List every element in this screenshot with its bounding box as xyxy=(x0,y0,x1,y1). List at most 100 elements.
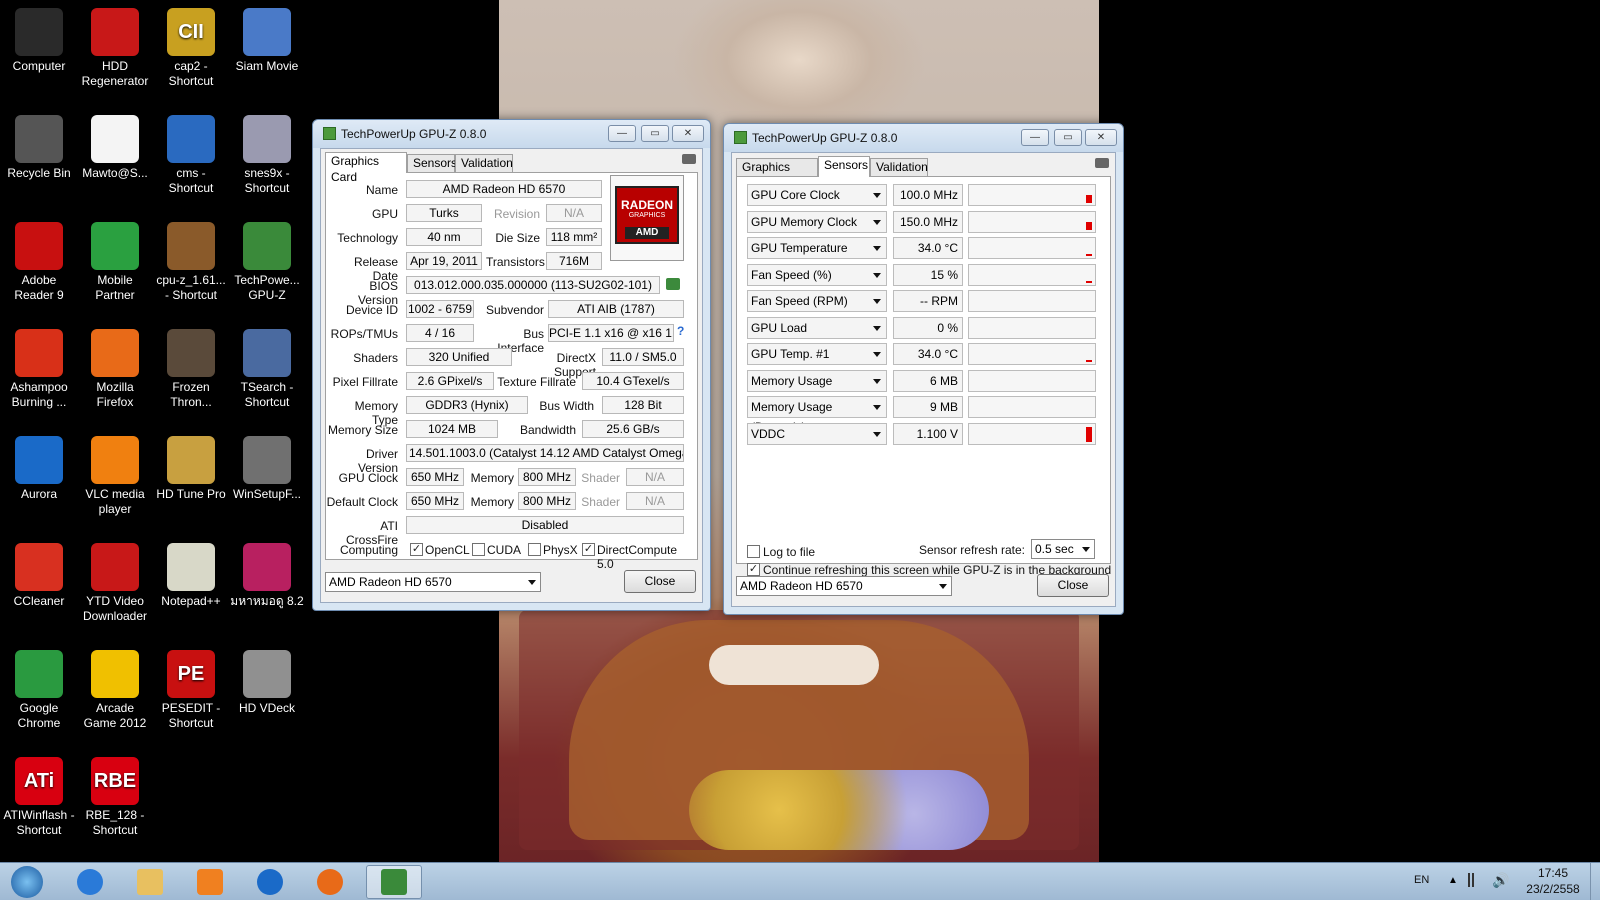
maximize-button[interactable]: ▭ xyxy=(1054,129,1082,146)
refresh-rate-dropdown[interactable]: 0.5 sec xyxy=(1031,539,1095,559)
continue-refresh-checkbox[interactable]: ✓ xyxy=(747,563,760,576)
desktop-icon[interactable]: Google Chrome xyxy=(2,650,76,731)
language-indicator[interactable]: EN xyxy=(1414,874,1429,886)
tab-sensors[interactable]: Sensors xyxy=(818,156,870,177)
desktop-icon[interactable]: WinSetupF... xyxy=(230,436,304,502)
desktop-icon[interactable]: Mozilla Firefox xyxy=(78,329,152,410)
cuda-checkbox[interactable] xyxy=(472,543,485,556)
close-button[interactable]: Close xyxy=(1037,574,1109,597)
screenshot-camera-icon[interactable] xyxy=(1095,158,1109,168)
close-button[interactable]: Close xyxy=(624,570,696,593)
sensor-name-dropdown[interactable]: VDDC xyxy=(747,422,887,445)
clock-date[interactable]: 23/2/2558 xyxy=(1518,882,1588,896)
sensor-name-dropdown[interactable]: GPU Memory Clock xyxy=(747,210,887,233)
desktop-icon[interactable]: TSearch - Shortcut xyxy=(230,329,304,410)
sensor-name-dropdown[interactable]: Memory Usage (Dedicated) xyxy=(747,369,887,408)
sensor-name-dropdown[interactable]: GPU Temperature xyxy=(747,237,887,259)
tab-sensors[interactable]: Sensors xyxy=(407,154,457,172)
desktop-icon[interactable]: Mawto@S... xyxy=(78,115,152,181)
network-icon[interactable] xyxy=(1468,873,1484,887)
desktop-icon[interactable]: Recycle Bin xyxy=(2,115,76,181)
desktop-icon-label: มหาหมอดู 8.2 xyxy=(230,594,304,608)
minimize-button[interactable]: — xyxy=(608,125,636,142)
desktop-icon[interactable]: PE PESEDIT - Shortcut xyxy=(154,650,228,731)
desktop-icon[interactable]: Adobe Reader 9 xyxy=(2,222,76,303)
chevron-down-icon xyxy=(873,193,881,198)
help-icon[interactable]: ? xyxy=(677,324,684,338)
desktop-icon[interactable]: ATi ATIWinflash - Shortcut xyxy=(2,757,76,838)
radeon-logo: RADEON GRAPHICS AMD xyxy=(610,175,684,261)
minimize-button[interactable]: — xyxy=(1021,129,1049,146)
gpuz-graphics-card-window[interactable]: TechPowerUp GPU-Z 0.8.0 — ▭ ✕ Graphics C… xyxy=(312,119,711,611)
sensor-name-dropdown[interactable]: Fan Speed (%) xyxy=(747,263,887,286)
desktop-icon[interactable]: HD Tune Pro xyxy=(154,436,228,502)
desktop-icon[interactable]: Siam Movie xyxy=(230,8,304,74)
desktop-icon[interactable]: Mobile Partner xyxy=(78,222,152,303)
sensor-name-dropdown[interactable]: GPU Core Clock xyxy=(747,184,887,206)
start-button[interactable] xyxy=(4,865,50,899)
volume-icon[interactable]: 🔊 xyxy=(1492,872,1509,889)
opencl-checkbox[interactable]: ✓ xyxy=(410,543,423,556)
tab-validation[interactable]: Validation xyxy=(870,158,928,176)
desktop-icon[interactable]: Computer xyxy=(2,8,76,74)
taskbar-firefox[interactable] xyxy=(302,865,358,899)
show-desktop-button[interactable] xyxy=(1590,863,1600,900)
chevron-down-icon xyxy=(873,352,881,357)
desktop-icon[interactable]: YTD Video Downloader xyxy=(78,543,152,624)
sensor-name-dropdown[interactable]: GPU Temp. #1 xyxy=(747,343,887,365)
clock-time[interactable]: 17:45 xyxy=(1518,866,1588,880)
card-select-dropdown[interactable]: AMD Radeon HD 6570 xyxy=(325,572,541,592)
card-select-dropdown[interactable]: AMD Radeon HD 6570 xyxy=(736,576,952,596)
desktop-icon-label: Ashampoo Burning ... xyxy=(10,380,68,409)
maximize-button[interactable]: ▭ xyxy=(641,125,669,142)
desktop-icon[interactable]: Aurora xyxy=(2,436,76,502)
desktop-icon[interactable]: cms - Shortcut xyxy=(154,115,228,196)
tab-validation[interactable]: Validation xyxy=(455,154,513,172)
sensor-name-dropdown[interactable]: Fan Speed (RPM) xyxy=(747,290,887,312)
sensor-graph-bar xyxy=(1086,360,1092,362)
recycle-bin-icon xyxy=(15,115,63,163)
screenshot-camera-icon[interactable] xyxy=(682,154,696,164)
desktop-icon[interactable]: HDD Regenerator xyxy=(78,8,152,89)
snes9x-icon xyxy=(243,115,291,163)
desktop-icon-label: HD VDeck xyxy=(238,701,295,715)
show-hidden-icons-icon[interactable]: ▲ xyxy=(1448,875,1458,886)
tab-graphics-card[interactable]: Graphics Card xyxy=(325,152,407,184)
sensor-graph xyxy=(968,422,1096,445)
title-bar[interactable]: TechPowerUp GPU-Z 0.8.0 — ▭ ✕ xyxy=(313,120,710,148)
desktop-icon[interactable]: Notepad++ xyxy=(154,543,228,609)
desktop-icon[interactable]: CCleaner xyxy=(2,543,76,609)
desktop-icon[interactable]: TechPowe... GPU-Z xyxy=(230,222,304,303)
taskbar-media-player[interactable] xyxy=(182,865,238,899)
bios-save-icon[interactable] xyxy=(666,278,680,290)
desktop-icon[interactable]: cpu-z_1.61... - Shortcut xyxy=(154,222,228,303)
close-window-button[interactable]: ✕ xyxy=(1085,129,1117,146)
gpuz-sensors-window[interactable]: TechPowerUp GPU-Z 0.8.0 — ▭ ✕ Graphics C… xyxy=(723,123,1124,615)
taskbar-aurora[interactable] xyxy=(242,865,298,899)
tab-graphics-card[interactable]: Graphics Card xyxy=(736,158,818,190)
directcompute-checkbox[interactable]: ✓ xyxy=(582,543,595,556)
taskbar-gpu-z[interactable] xyxy=(366,865,422,899)
desktop-icon[interactable]: Arcade Game 2012 xyxy=(78,650,152,731)
die-size-label: Die Size xyxy=(495,231,540,245)
desktop-icon[interactable]: VLC media player xyxy=(78,436,152,517)
close-window-button[interactable]: ✕ xyxy=(672,125,704,142)
title-bar[interactable]: TechPowerUp GPU-Z 0.8.0 — ▭ ✕ xyxy=(724,124,1123,152)
sensor-name-dropdown[interactable]: GPU Load xyxy=(747,316,887,339)
log-to-file-checkbox[interactable] xyxy=(747,545,760,558)
default-clock-label: Default Clock xyxy=(326,495,398,509)
desktop-icon[interactable]: CII cap2 - Shortcut xyxy=(154,8,228,89)
taskbar-internet-explorer[interactable] xyxy=(62,865,118,899)
desktop-icon[interactable]: snes9x - Shortcut xyxy=(230,115,304,196)
window-client: Graphics Card Sensors Validation Name AM… xyxy=(320,148,703,603)
desktop-icon[interactable]: RBE RBE_128 - Shortcut xyxy=(78,757,152,838)
physx-checkbox[interactable] xyxy=(528,543,541,556)
desktop-icon[interactable]: Frozen Thron... xyxy=(154,329,228,410)
desktop-icon[interactable]: HD VDeck xyxy=(230,650,304,716)
taskbar-explorer[interactable] xyxy=(122,865,178,899)
sensor-name: Fan Speed (RPM) xyxy=(751,294,848,308)
desktop-icon[interactable]: มหาหมอดู 8.2 xyxy=(230,543,304,609)
desktop-icon[interactable]: Ashampoo Burning ... xyxy=(2,329,76,410)
sensor-name-dropdown[interactable]: Memory Usage (Dynamic) xyxy=(747,396,887,434)
name-label: Name xyxy=(365,183,398,197)
